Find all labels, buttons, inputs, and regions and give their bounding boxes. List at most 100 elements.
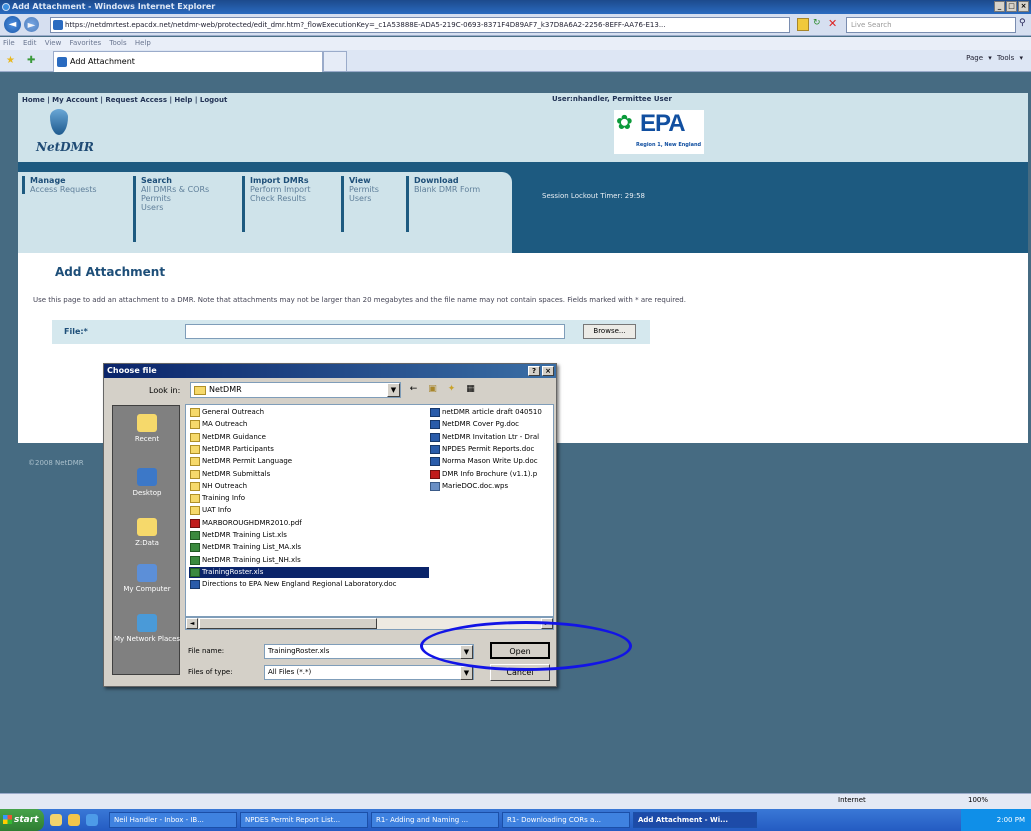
file-name: NetDMR Invitation Ltr - Dral <box>442 432 540 441</box>
folder-item[interactable]: NetDMR Guidance <box>189 432 429 443</box>
help-button[interactable]: ? <box>528 366 540 376</box>
zone-label: Internet <box>838 796 866 804</box>
up-folder-icon[interactable]: ▣ <box>425 382 440 397</box>
file-item[interactable]: Norma Mason Write Up.doc <box>429 456 551 467</box>
url-text: https://netdmrtest.epacdx.net/netdmr-web… <box>65 21 666 29</box>
menu-bar[interactable]: File Edit View Favorites Tools Help <box>0 37 1031 50</box>
view-menu-icon[interactable]: ▦ <box>463 382 478 397</box>
nav-link[interactable]: Users <box>349 194 379 203</box>
file-item[interactable]: netDMR article draft 040510 <box>429 407 551 418</box>
file-item[interactable]: NetDMR Training List_NH.xls <box>189 555 429 566</box>
file-name: DMR Info Brochure (v1.1).p <box>442 469 538 478</box>
place-zdata[interactable]: Z:Data <box>113 518 181 547</box>
add-favorite-icon[interactable]: ✚ <box>27 55 35 66</box>
top-links[interactable]: Home | My Account | Request Access | Hel… <box>18 93 1028 107</box>
nav-link[interactable]: Access Requests <box>30 185 97 194</box>
look-in-label: Look in: <box>149 386 181 395</box>
task-button[interactable]: NPDES Permit Report List... <box>240 812 368 828</box>
task-button[interactable]: R1- Downloading CORs a... <box>502 812 630 828</box>
file-item[interactable]: MarieDOC.doc.wps <box>429 481 551 492</box>
scroll-left-icon[interactable]: ◄ <box>186 618 198 629</box>
folder-item[interactable]: Training Info <box>189 493 429 504</box>
nav-link[interactable]: Users <box>141 203 209 212</box>
place-label: Z:Data <box>135 539 159 547</box>
task-button[interactable]: R1- Adding and Naming ... <box>371 812 499 828</box>
file-input[interactable] <box>185 324 565 339</box>
place-label: My Computer <box>123 585 171 593</box>
nav-link[interactable]: Check Results <box>250 194 311 203</box>
folder-icon <box>190 506 200 516</box>
file-item[interactable]: DMR Info Brochure (v1.1).p <box>429 469 551 480</box>
file-item[interactable]: NetDMR Training List.xls <box>189 530 429 541</box>
nav-download: Download Blank DMR Form <box>406 176 480 232</box>
new-tab-button[interactable] <box>323 51 347 72</box>
chevron-down-icon[interactable]: ▼ <box>387 383 400 397</box>
close-window-button[interactable]: × <box>1018 1 1029 12</box>
nav-link[interactable]: All DMRs & CORs <box>141 185 209 194</box>
folder-item[interactable]: NetDMR Submittals <box>189 469 429 480</box>
shared-folder-icon <box>137 518 157 536</box>
file-name: NetDMR Submittals <box>202 469 271 478</box>
folder-item[interactable]: NetDMR Permit Language <box>189 456 429 467</box>
doc-file-icon <box>430 408 440 417</box>
file-name: Directions to EPA New England Regional L… <box>202 580 397 589</box>
search-icon[interactable]: ⚲ <box>1019 18 1026 28</box>
file-item[interactable]: NetDMR Invitation Ltr - Dral <box>429 432 551 443</box>
place-label: Desktop <box>132 489 162 497</box>
lock-icon[interactable] <box>797 18 809 31</box>
place-network[interactable]: My Network Places <box>113 614 181 643</box>
folder-item[interactable]: NH Outreach <box>189 481 429 492</box>
quicklaunch-icon[interactable] <box>50 814 62 826</box>
window-titlebar: Add Attachment - Windows Internet Explor… <box>0 0 1031 14</box>
file-item[interactable]: NetDMR Training List_MA.xls <box>189 542 429 553</box>
zoom-level[interactable]: 100% <box>968 796 988 804</box>
stop-icon[interactable]: ✕ <box>828 17 837 30</box>
tab-add-attachment[interactable]: Add Attachment <box>53 51 323 72</box>
command-bar[interactable]: Page ▾ Tools ▾ <box>966 54 1023 62</box>
forward-icon[interactable]: ► <box>24 17 39 32</box>
files-of-type-select[interactable]: All Files (*.*) ▼ <box>264 665 474 680</box>
file-item[interactable]: TrainingRoster.xls <box>189 566 429 578</box>
minimize-button[interactable]: _ <box>994 1 1005 12</box>
refresh-icon[interactable]: ↻ <box>813 18 821 28</box>
maximize-button[interactable]: □ <box>1006 1 1017 12</box>
new-folder-icon[interactable]: ✦ <box>444 382 459 397</box>
file-list: General Outreach MA Outreach NetDMR Guidan… <box>185 404 554 617</box>
address-bar[interactable]: https://netdmrtest.epacdx.net/netdmr-web… <box>50 17 790 33</box>
favorites-star-icon[interactable]: ★ <box>6 55 15 66</box>
scroll-thumb[interactable] <box>199 618 377 629</box>
look-in-select[interactable]: NetDMR ▼ <box>190 382 401 398</box>
close-dialog-button[interactable]: × <box>542 366 554 376</box>
place-desktop[interactable]: Desktop <box>113 468 181 497</box>
browse-button[interactable]: Browse... <box>583 324 636 339</box>
quicklaunch-ie-icon[interactable] <box>86 814 98 826</box>
file-name: TrainingRoster.xls <box>202 567 264 576</box>
folder-item[interactable]: UAT Info <box>189 505 429 516</box>
file-item[interactable]: NetDMR Cover Pg.doc <box>429 419 551 430</box>
folder-item[interactable]: MA Outreach <box>189 419 429 430</box>
file-item[interactable]: MARBOROUGHDMR2010.pdf <box>189 518 429 529</box>
network-icon <box>137 614 157 632</box>
place-my-computer[interactable]: My Computer <box>113 564 181 593</box>
live-search-input[interactable]: Live Search <box>846 17 1016 33</box>
back-icon[interactable]: ◄ <box>4 16 21 33</box>
file-item[interactable]: Directions to EPA New England Regional L… <box>189 579 429 590</box>
nav-link[interactable]: Permits <box>141 194 209 203</box>
start-button[interactable]: start <box>0 809 44 831</box>
desktop-icon <box>137 468 157 486</box>
chevron-down-icon[interactable]: ▼ <box>460 666 473 680</box>
window-title: Add Attachment - Windows Internet Explor… <box>12 2 216 11</box>
file-name: NetDMR Training List_MA.xls <box>202 543 302 552</box>
folder-item[interactable]: General Outreach <box>189 407 429 418</box>
back-arrow-icon[interactable]: ← <box>406 382 421 397</box>
nav-link[interactable]: Permits <box>349 185 379 194</box>
place-recent[interactable]: Recent <box>113 414 181 443</box>
nav-link[interactable]: Blank DMR Form <box>414 185 480 194</box>
task-button-active[interactable]: Add Attachment - Wi... <box>633 812 757 828</box>
folder-item[interactable]: NetDMR Participants <box>189 444 429 455</box>
file-item[interactable]: NPDES Permit Reports.doc <box>429 444 551 455</box>
nav-link[interactable]: Perform Import <box>250 185 311 194</box>
task-button[interactable]: Neil Handler - Inbox - IB... <box>109 812 237 828</box>
tab-label: Add Attachment <box>70 57 135 66</box>
quicklaunch-folder-icon[interactable] <box>68 814 80 826</box>
